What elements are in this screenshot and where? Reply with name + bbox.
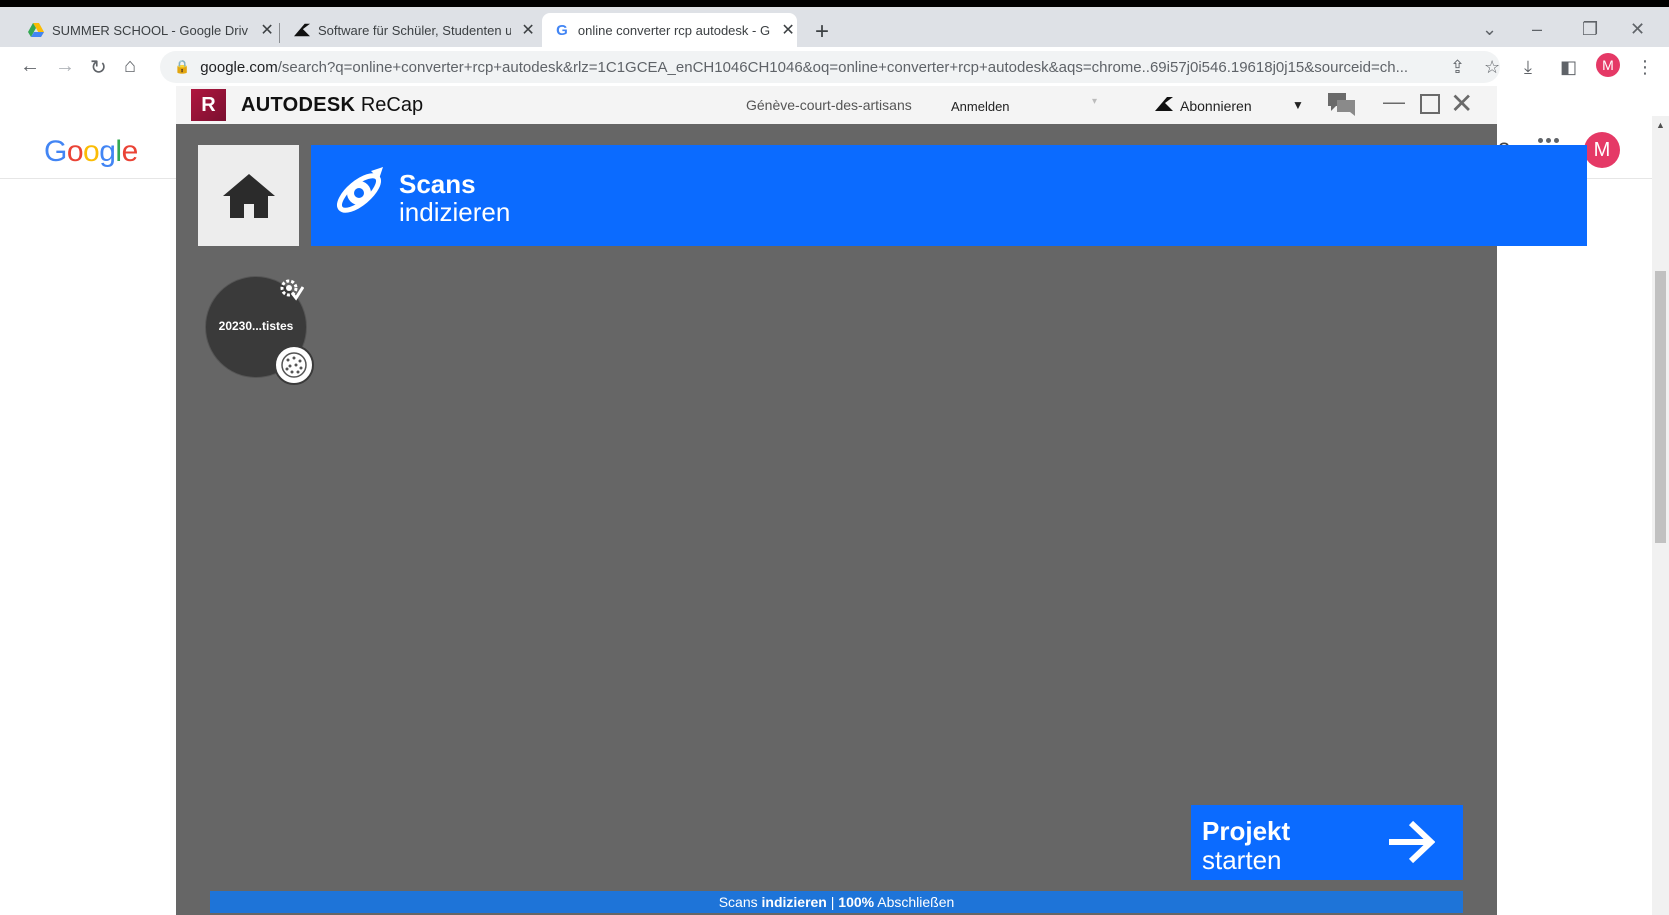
progress-bar: Scans indizieren | 100% Abschließen [210, 891, 1463, 913]
close-tab-icon[interactable]: ✕ [519, 20, 537, 40]
gear-check-icon[interactable] [278, 277, 305, 306]
autodesk-icon [294, 22, 310, 38]
menu-icon[interactable]: ⋮ [1636, 57, 1654, 78]
profile-avatar[interactable]: M [1596, 53, 1620, 77]
tab-title: online converter rcp autodesk - G [577, 22, 771, 38]
reload-icon[interactable]: ↻ [90, 55, 107, 80]
bookmark-star-icon[interactable]: ☆ [1484, 57, 1500, 78]
recap-window: R AUTODESK ReCap Génève-court-des-artisa… [176, 86, 1587, 915]
autodesk-icon [1154, 97, 1174, 116]
google-logo[interactable]: Google [44, 135, 138, 169]
point-cloud-icon [274, 345, 314, 385]
home-button[interactable] [198, 145, 299, 246]
subscribe-dropdown-icon[interactable]: ▼ [1292, 98, 1304, 112]
step-banner: Scans indizieren [311, 145, 1587, 246]
recap-logo-icon: R [191, 89, 226, 121]
close-tab-icon[interactable]: ✕ [258, 20, 276, 40]
tab-separator [279, 23, 280, 43]
forward-icon[interactable]: → [55, 55, 75, 78]
signin-link[interactable]: Anmelden [951, 99, 1010, 114]
banner-title: Scans [399, 169, 476, 199]
app-title: AUTODESK ReCap [241, 94, 424, 116]
restore-icon[interactable]: ❐ [1582, 19, 1598, 40]
signin-chevron-icon[interactable]: ▾ [1092, 96, 1097, 107]
scrollbar-thumb[interactable] [1655, 271, 1666, 543]
top-edge [0, 0, 1669, 7]
rocket-icon [333, 167, 385, 224]
subscribe-link[interactable]: Abonnieren [1180, 98, 1252, 114]
side-panel-icon[interactable]: ◧ [1560, 57, 1577, 78]
recap-minimize-icon[interactable]: — [1383, 89, 1405, 115]
tab-title: Software für Schüler, Studenten u [318, 22, 512, 38]
scan-item[interactable]: 20230...tistes [206, 277, 314, 385]
tab-autodesk-software[interactable]: Software für Schüler, Studenten u ✕ [282, 13, 537, 47]
start-project-button[interactable]: Projekt starten [1191, 805, 1463, 880]
tab-google-search[interactable]: G online converter rcp autodesk - G ✕ [542, 13, 797, 47]
tab-search-icon[interactable]: ⌄ [1482, 19, 1497, 40]
address-bar[interactable]: 🔒 google.com/search?q=online+converter+r… [160, 51, 1500, 83]
tab-google-drive[interactable]: SUMMER SCHOOL - Google Driv ✕ [16, 13, 276, 47]
google-account-avatar[interactable]: M [1584, 132, 1620, 168]
lock-icon: 🔒 [174, 59, 191, 74]
start-label-2: starten [1202, 845, 1282, 875]
recap-maximize-icon[interactable] [1420, 94, 1440, 114]
download-icon[interactable]: ⤓ [1524, 57, 1532, 78]
google-g-icon: G [556, 21, 568, 39]
tab-title: SUMMER SCHOOL - Google Driv [52, 22, 248, 38]
banner-subtitle: indizieren [399, 197, 511, 227]
start-label-1: Projekt [1202, 816, 1291, 846]
tab-strip: SUMMER SCHOOL - Google Driv ✕ Software f… [0, 7, 1669, 47]
url-text: google.com/search?q=online+converter+rcp… [200, 58, 1409, 76]
project-name: Génève-court-des-artisans [746, 97, 912, 113]
recap-titlebar: R AUTODESK ReCap Génève-court-des-artisa… [176, 86, 1497, 124]
minimize-icon[interactable]: – [1532, 19, 1542, 40]
share-icon[interactable]: ⇪ [1450, 57, 1465, 78]
house-icon [222, 173, 275, 218]
scroll-up-icon[interactable]: ▲ [1656, 120, 1665, 130]
arrow-right-icon [1387, 820, 1436, 869]
browser-toolbar: ← → ↻ ⌂ 🔒 google.com/search?q=online+con… [0, 47, 1669, 87]
back-icon[interactable]: ← [20, 55, 40, 78]
recap-close-icon[interactable]: ✕ [1450, 87, 1473, 120]
page-scrollbar[interactable]: ▲ [1652, 116, 1669, 915]
google-drive-icon [28, 22, 44, 38]
close-tab-icon[interactable]: ✕ [779, 20, 797, 40]
new-tab-button[interactable]: + [815, 18, 829, 46]
chat-icon[interactable] [1328, 93, 1356, 122]
home-icon[interactable]: ⌂ [124, 55, 136, 78]
close-window-icon[interactable]: ✕ [1630, 19, 1645, 40]
scan-name: 20230...tistes [218, 319, 294, 333]
